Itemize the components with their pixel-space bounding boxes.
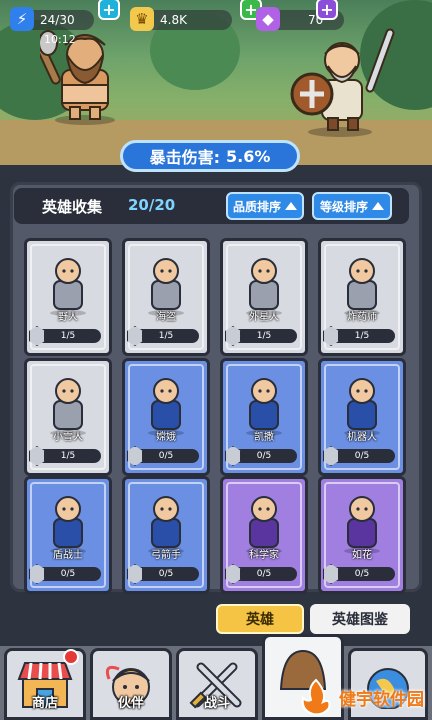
shard-count: 0/5 — [354, 569, 370, 579]
crit-value: 5.6% — [226, 146, 271, 166]
status-bar: ⚡ 24/30 + ♛ 4.8K + ◆ 70 + 10:12 — [0, 0, 432, 46]
shard-count: 0/5 — [354, 451, 370, 461]
hero-card[interactable]: 野人 1/5 — [24, 238, 112, 356]
sort-up-icon — [372, 202, 384, 210]
nav-shop-label: 商店 — [31, 696, 58, 711]
shard-count: 0/5 — [158, 569, 174, 579]
notification-badge — [63, 649, 79, 665]
nav-partner-label: 伙伴 — [117, 696, 144, 711]
hero-card[interactable]: 炸药师 1/5 — [318, 238, 406, 356]
shard-count: 0/5 — [256, 451, 272, 461]
sort-by-level-button[interactable]: 等级排序 — [312, 192, 392, 220]
hero-name: 野人 — [58, 312, 78, 323]
shard-count: 1/5 — [158, 331, 174, 341]
shard-progress: 0/5 — [323, 564, 395, 584]
sort-level-label: 等级排序 — [319, 199, 368, 214]
sort-by-quality-button[interactable]: 品质排序 — [226, 192, 304, 220]
energy-timer: 10:12 — [44, 33, 76, 46]
shard-progress: 1/5 — [225, 326, 297, 346]
shard-progress: 1/5 — [127, 326, 199, 346]
hero-name: 炸药师 — [347, 312, 377, 323]
shard-progress: 0/5 — [225, 446, 297, 466]
hero-card[interactable]: 外星人 1/5 — [220, 238, 308, 356]
tab-hero-atlas[interactable]: 英雄图鉴 — [310, 604, 410, 634]
shard-count: 1/5 — [60, 451, 76, 461]
shard-count: 0/5 — [60, 569, 76, 579]
hero-card[interactable]: 科学家 0/5 — [220, 476, 308, 594]
energy-value: 24/30 — [40, 13, 75, 27]
hero-name: 科学家 — [249, 550, 279, 561]
flame-logo-icon — [301, 678, 331, 716]
collection-tabs: 英雄 英雄图鉴 — [216, 604, 412, 636]
hero-name: 弓箭手 — [151, 550, 181, 561]
crit-label: 暴击伤害: — [149, 148, 221, 167]
energy-counter: ⚡ 24/30 — [10, 7, 94, 31]
collection-header: 英雄收集 20/20 品质排序 等级排序 — [14, 188, 409, 224]
tab-heroes[interactable]: 英雄 — [216, 604, 304, 634]
hero-name: 嫦娥 — [156, 432, 176, 443]
crit-damage-banner: 暴击伤害: 5.6% — [120, 140, 300, 172]
shard-progress: 0/5 — [29, 564, 101, 584]
diamond-icon: ◆ — [256, 7, 280, 31]
hero-name: 小雪人 — [53, 432, 83, 443]
hero-card[interactable]: 弓箭手 0/5 — [122, 476, 210, 594]
crown-icon: ♛ — [130, 7, 154, 31]
shard-progress: 1/5 — [29, 326, 101, 346]
watermark-text: 健宇软件园 — [339, 689, 424, 710]
shard-progress: 0/5 — [127, 564, 199, 584]
shard-progress: 0/5 — [225, 564, 297, 584]
shard-count: 1/5 — [256, 331, 272, 341]
shard-progress: 1/5 — [323, 326, 395, 346]
hero-name: 盾战士 — [53, 550, 83, 561]
hero-name: 凯撒 — [254, 432, 274, 443]
app-root: ⚡ 24/30 + ♛ 4.8K + ◆ 70 + 10:12 暴击伤害: 5.… — [0, 0, 432, 720]
warrior-player — [290, 28, 395, 137]
hero-card[interactable]: 如花 0/5 — [318, 476, 406, 594]
add-gems-button[interactable]: + — [316, 0, 338, 20]
hero-card[interactable]: 凯撒 0/5 — [220, 358, 308, 476]
sort-up-icon — [285, 202, 297, 210]
nav-battle-label: 战斗 — [203, 696, 230, 711]
hero-card[interactable]: 机器人 0/5 — [318, 358, 406, 476]
collection-title: 英雄收集 — [42, 198, 103, 216]
hero-name: 如花 — [352, 550, 372, 561]
sort-quality-label: 品质排序 — [232, 199, 281, 214]
nav-shop[interactable]: 商店 — [4, 648, 86, 720]
hero-name: 机器人 — [347, 432, 377, 443]
nav-partner[interactable]: 伙伴 — [90, 648, 172, 720]
collection-count: 20/20 — [128, 196, 176, 214]
shard-count: 0/5 — [256, 569, 272, 579]
hero-card[interactable]: 嫦娥 0/5 — [122, 358, 210, 476]
shard-count: 1/5 — [354, 331, 370, 341]
hero-name: 海盗 — [156, 312, 176, 323]
shard-count: 0/5 — [158, 451, 174, 461]
watermark: 健宇软件园 — [297, 678, 424, 716]
hero-card[interactable]: 小雪人 1/5 — [24, 358, 112, 476]
shard-progress: 0/5 — [323, 446, 395, 466]
gold-counter: ♛ 4.8K — [130, 7, 232, 31]
gold-value: 4.8K — [160, 13, 187, 27]
hero-card[interactable]: 海盗 1/5 — [122, 238, 210, 356]
add-energy-button[interactable]: + — [98, 0, 120, 20]
hero-card[interactable]: 盾战士 0/5 — [24, 476, 112, 594]
lightning-icon: ⚡ — [10, 7, 34, 31]
shard-progress: 1/5 — [29, 446, 101, 466]
shard-progress: 0/5 — [127, 446, 199, 466]
shard-count: 1/5 — [60, 331, 76, 341]
hero-name: 外星人 — [249, 312, 279, 323]
nav-battle[interactable]: 战斗 — [176, 648, 258, 720]
